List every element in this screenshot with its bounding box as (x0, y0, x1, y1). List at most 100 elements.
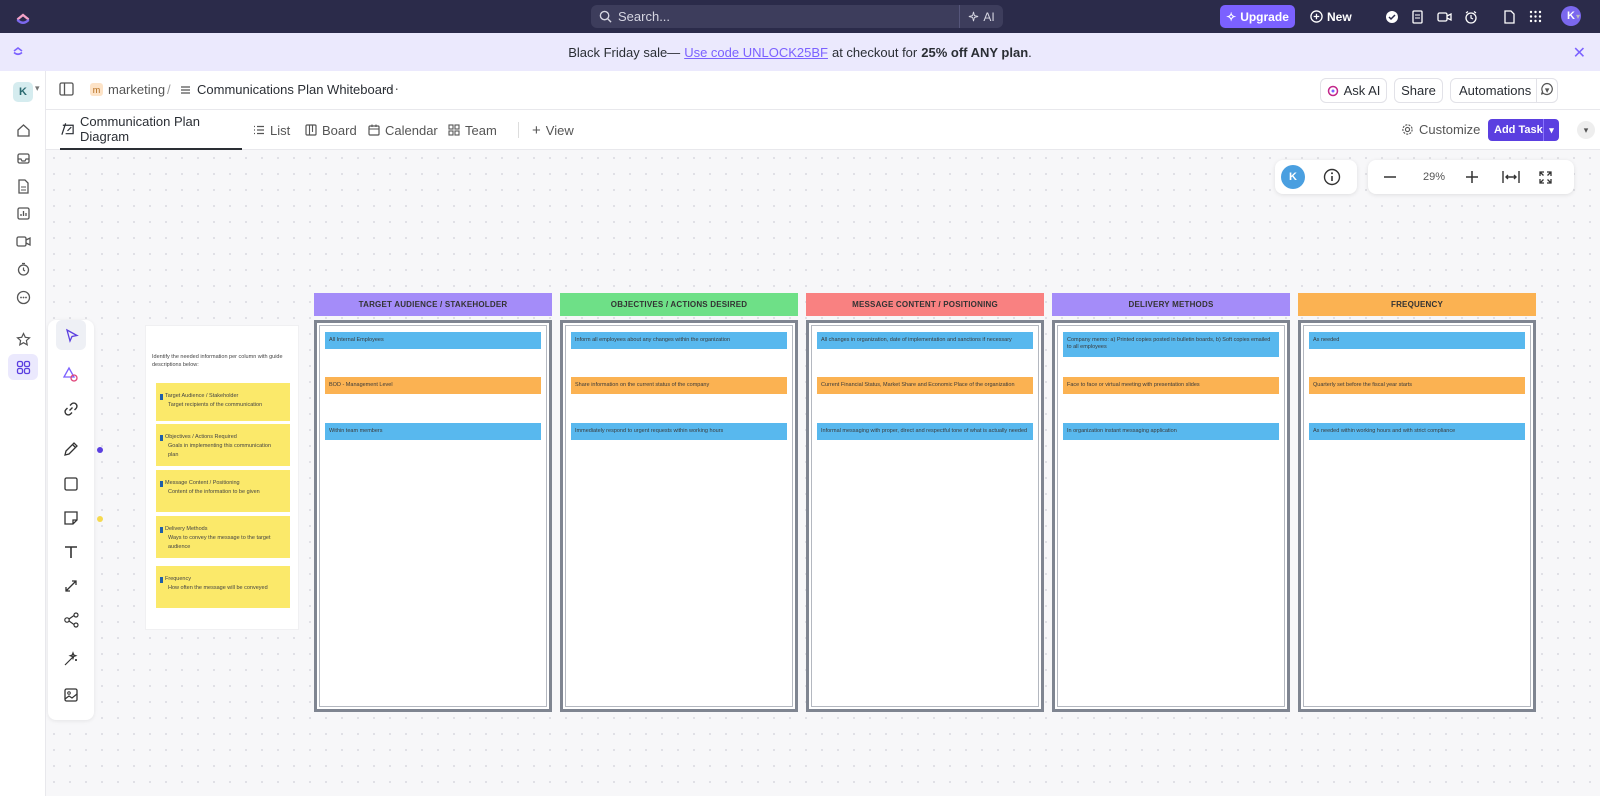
column-header[interactable]: TARGET AUDIENCE / STAKEHOLDER (314, 293, 552, 316)
column-card[interactable]: BOD - Management Level (325, 377, 541, 395)
apps-grid-icon[interactable] (1527, 8, 1544, 25)
upgrade-button[interactable]: ✧ Upgrade (1220, 5, 1295, 28)
sidebar-toggle-icon[interactable] (59, 82, 74, 101)
breadcrumb-space[interactable]: m marketing (90, 82, 165, 97)
more-options-icon[interactable]: ··· (383, 80, 400, 96)
workspace-avatar[interactable]: K (13, 82, 33, 102)
ask-ai-button[interactable]: Ask AI (1320, 78, 1387, 103)
video-icon[interactable] (1436, 8, 1453, 25)
team-icon (448, 124, 460, 136)
column-card[interactable]: Within team members (325, 423, 541, 441)
rectangle-icon[interactable] (60, 473, 82, 495)
ai-shapes-icon[interactable] (60, 363, 82, 385)
zoom-level[interactable]: 29% (1416, 168, 1452, 186)
column-header[interactable]: OBJECTIVES / ACTIONS DESIRED (560, 293, 798, 316)
fit-width-icon[interactable] (1500, 168, 1522, 186)
pen-icon[interactable] (60, 438, 82, 460)
clips-icon[interactable] (14, 232, 32, 250)
avatar-chevron-icon[interactable]: ▾ (1576, 12, 1580, 21)
sticky-note[interactable]: Message Content / Positioning Content of… (156, 470, 290, 512)
column-card[interactable]: Share information on the current status … (571, 377, 787, 395)
inbox-icon[interactable] (14, 149, 32, 167)
check-circle-icon[interactable] (1383, 8, 1400, 25)
customize-label: Customize (1419, 122, 1481, 137)
workspace-chevron-icon[interactable]: ▾ (35, 83, 40, 94)
tab-list[interactable]: List (253, 110, 290, 150)
home-icon[interactable] (14, 121, 32, 139)
tab-label: Calendar (385, 122, 438, 138)
sticky-note[interactable]: Frequency How often the message will be … (156, 566, 290, 608)
tab-board[interactable]: Board (305, 110, 357, 150)
breadcrumb-doc[interactable]: Communications Plan Whiteboard (180, 82, 394, 97)
whiteboard-canvas[interactable]: K 29% Identify the needed information pe… (46, 150, 1600, 796)
tab-divider (518, 122, 519, 138)
dashboards-icon[interactable] (14, 204, 32, 222)
column-card[interactable]: Immediately respond to urgent requests w… (571, 423, 787, 441)
column-card[interactable]: All changes in organization, date of imp… (817, 332, 1033, 350)
column-card[interactable]: Inform all employees about any changes w… (571, 332, 787, 350)
connector-icon[interactable] (60, 575, 82, 597)
column-card[interactable]: Current Financial Status, Market Share a… (817, 377, 1033, 395)
column-header[interactable]: DELIVERY METHODS (1052, 293, 1290, 316)
collaborator-avatar[interactable]: K (1281, 165, 1305, 189)
search-input[interactable]: Search... AI (591, 5, 1003, 28)
ai-button[interactable]: AI (959, 5, 1003, 28)
text-icon[interactable] (60, 541, 82, 563)
add-task-button[interactable]: Add Task ▾ (1488, 119, 1559, 141)
column-frame[interactable]: All changes in organization, date of imp… (806, 320, 1044, 712)
column-card[interactable]: In organization instant messaging applic… (1063, 423, 1279, 441)
more-icon[interactable] (14, 288, 32, 306)
new-button[interactable]: New (1310, 5, 1352, 28)
tab-label: Team (465, 122, 497, 138)
favorites-icon[interactable] (14, 330, 32, 348)
column-card[interactable]: Company memo: a) Printed copies posted i… (1063, 332, 1279, 357)
chat-icon[interactable] (1540, 82, 1554, 101)
mind-map-icon[interactable] (60, 609, 82, 631)
column-card[interactable]: As needed (1309, 332, 1525, 350)
tab-team[interactable]: Team (448, 110, 497, 150)
tab-communication-plan-diagram[interactable]: Communication Plan Diagram (60, 110, 242, 150)
column-header[interactable]: MESSAGE CONTENT / POSITIONING (806, 293, 1044, 316)
spaces-icon[interactable] (8, 354, 38, 380)
customize-button[interactable]: Customize (1401, 122, 1480, 137)
list-lines-icon (181, 85, 190, 94)
add-view-button[interactable]: + View (532, 110, 574, 150)
close-icon[interactable]: ✕ (1573, 43, 1586, 63)
docs-icon[interactable] (14, 177, 32, 195)
fullscreen-icon[interactable] (1534, 168, 1556, 186)
space-name: marketing (108, 82, 166, 97)
column-header[interactable]: FREQUENCY (1298, 293, 1536, 316)
column-card[interactable]: All Internal Employees (325, 332, 541, 350)
column-card[interactable]: Quarterly set before the fiscal year sta… (1309, 377, 1525, 395)
guide-card[interactable]: Identify the needed information per colu… (145, 325, 299, 630)
sticky-note[interactable]: Objectives / Actions Required Goals in i… (156, 424, 290, 466)
info-icon[interactable] (1323, 168, 1341, 191)
sticky-note[interactable]: Target Audience / Stakeholder Target rec… (156, 383, 290, 421)
link-icon[interactable] (60, 398, 82, 420)
column-card[interactable]: Face to face or virtual meeting with pre… (1063, 377, 1279, 395)
timesheets-icon[interactable] (14, 260, 32, 278)
column-frame[interactable]: All Internal Employees BOD - Management … (314, 320, 552, 712)
column-frame[interactable]: Company memo: a) Printed copies posted i… (1052, 320, 1290, 712)
sticky-note[interactable]: Delivery Methods Ways to convey the mess… (156, 516, 290, 558)
collaborators-panel: K (1275, 160, 1357, 194)
share-button[interactable]: Share (1394, 78, 1443, 103)
column-card[interactable]: As needed within working hours and with … (1309, 423, 1525, 441)
promo-code-link[interactable]: Use code UNLOCK25BF (684, 45, 828, 60)
image-icon[interactable] (60, 684, 82, 706)
tab-calendar[interactable]: Calendar (368, 110, 438, 150)
notepad-icon[interactable] (1409, 8, 1426, 25)
column-frame[interactable]: Inform all employees about any changes w… (560, 320, 798, 712)
magic-sparkle-icon[interactable] (60, 648, 82, 670)
column-frame[interactable]: As needed Quarterly set before the fisca… (1298, 320, 1536, 712)
add-task-chevron-icon[interactable]: ▾ (1543, 119, 1559, 141)
select-pointer-icon[interactable] (56, 320, 86, 350)
zoom-in-icon[interactable] (1462, 168, 1482, 186)
column-card[interactable]: Informal messaging with proper, direct a… (817, 423, 1033, 441)
sticky-note-icon[interactable] (60, 507, 82, 529)
document-icon[interactable] (1500, 8, 1517, 25)
alarm-clock-icon[interactable] (1462, 8, 1479, 25)
collapse-chevron-icon[interactable]: ▾ (1577, 121, 1595, 139)
clickup-logo-icon[interactable] (14, 8, 32, 26)
zoom-out-icon[interactable] (1380, 168, 1400, 186)
